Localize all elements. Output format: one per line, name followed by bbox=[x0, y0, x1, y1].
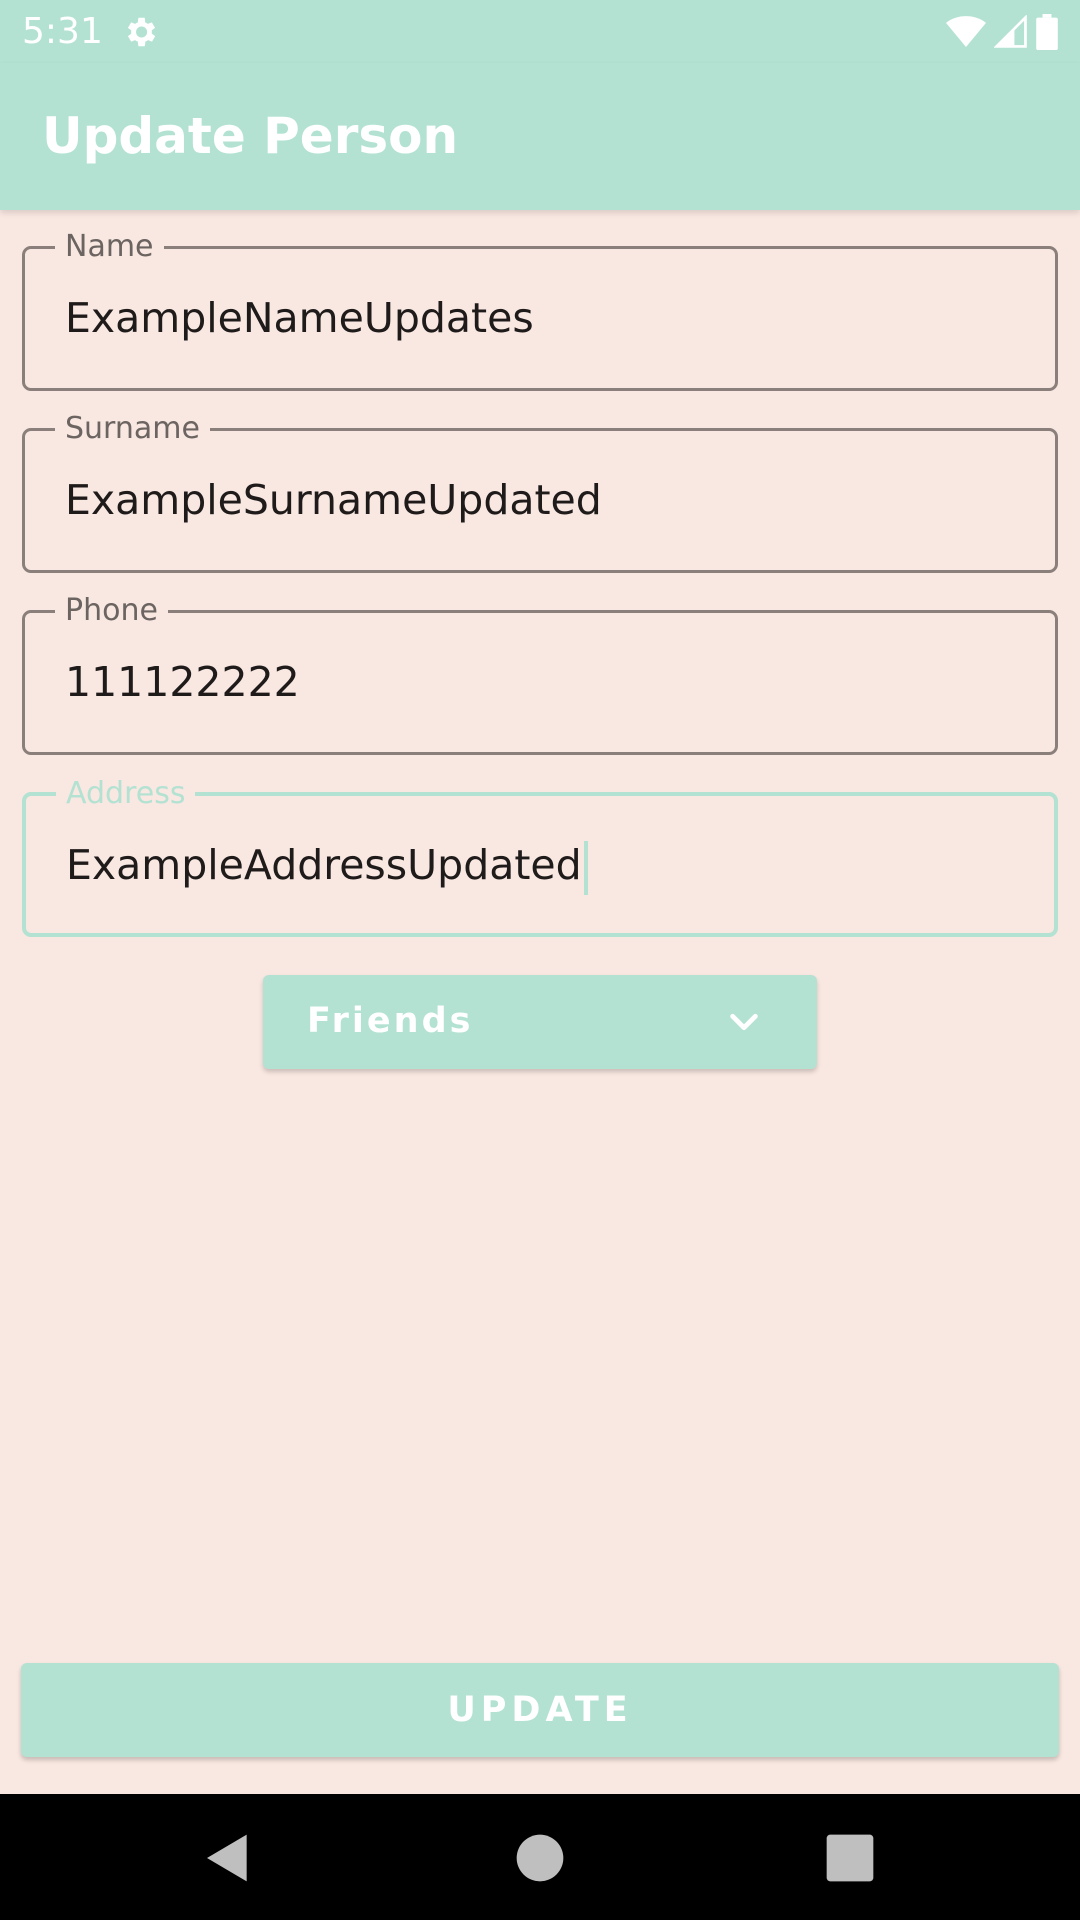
status-time: 5:31 bbox=[22, 11, 103, 52]
settings-gear-icon bbox=[127, 17, 156, 47]
cell-signal-icon bbox=[994, 15, 1027, 48]
app-bar: Update Person bbox=[0, 63, 1080, 210]
address-input-wrapper[interactable]: ExampleAddressUpdated bbox=[66, 836, 588, 895]
address-input[interactable]: ExampleAddressUpdated bbox=[66, 841, 582, 889]
phone-input[interactable]: 111122222 bbox=[65, 653, 300, 711]
phone-field[interactable]: Phone 111122222 bbox=[22, 591, 1058, 755]
phone-label: Phone bbox=[55, 591, 168, 631]
navigation-bar bbox=[0, 1794, 1080, 1920]
address-label: Address bbox=[56, 774, 196, 814]
name-input[interactable]: ExampleNameUpdates bbox=[65, 289, 534, 347]
status-bar: 5:31 bbox=[0, 0, 1080, 63]
surname-label: Surname bbox=[55, 409, 210, 449]
text-cursor bbox=[583, 841, 588, 895]
back-icon[interactable] bbox=[200, 1830, 256, 1886]
surname-input[interactable]: ExampleSurnameUpdated bbox=[65, 471, 602, 529]
update-button[interactable]: UPDATE bbox=[21, 1663, 1059, 1757]
page-title: Update Person bbox=[42, 107, 459, 165]
recents-icon[interactable] bbox=[822, 1830, 878, 1886]
chevron-down-icon bbox=[730, 1013, 758, 1031]
screen: 5:31 Update Person Name ExampleNameUpdat… bbox=[0, 0, 1080, 1920]
status-icons bbox=[946, 12, 1058, 52]
dropdown-selected-value: Friends bbox=[307, 1001, 474, 1041]
address-field[interactable]: Address ExampleAddressUpdated bbox=[22, 774, 1058, 937]
battery-icon bbox=[1036, 14, 1058, 50]
relationship-dropdown[interactable]: Friends bbox=[263, 975, 817, 1069]
name-label: Name bbox=[55, 227, 164, 267]
surname-field[interactable]: Surname ExampleSurnameUpdated bbox=[22, 409, 1058, 573]
home-icon[interactable] bbox=[512, 1830, 568, 1886]
wifi-icon bbox=[946, 16, 986, 47]
name-field[interactable]: Name ExampleNameUpdates bbox=[22, 227, 1058, 391]
